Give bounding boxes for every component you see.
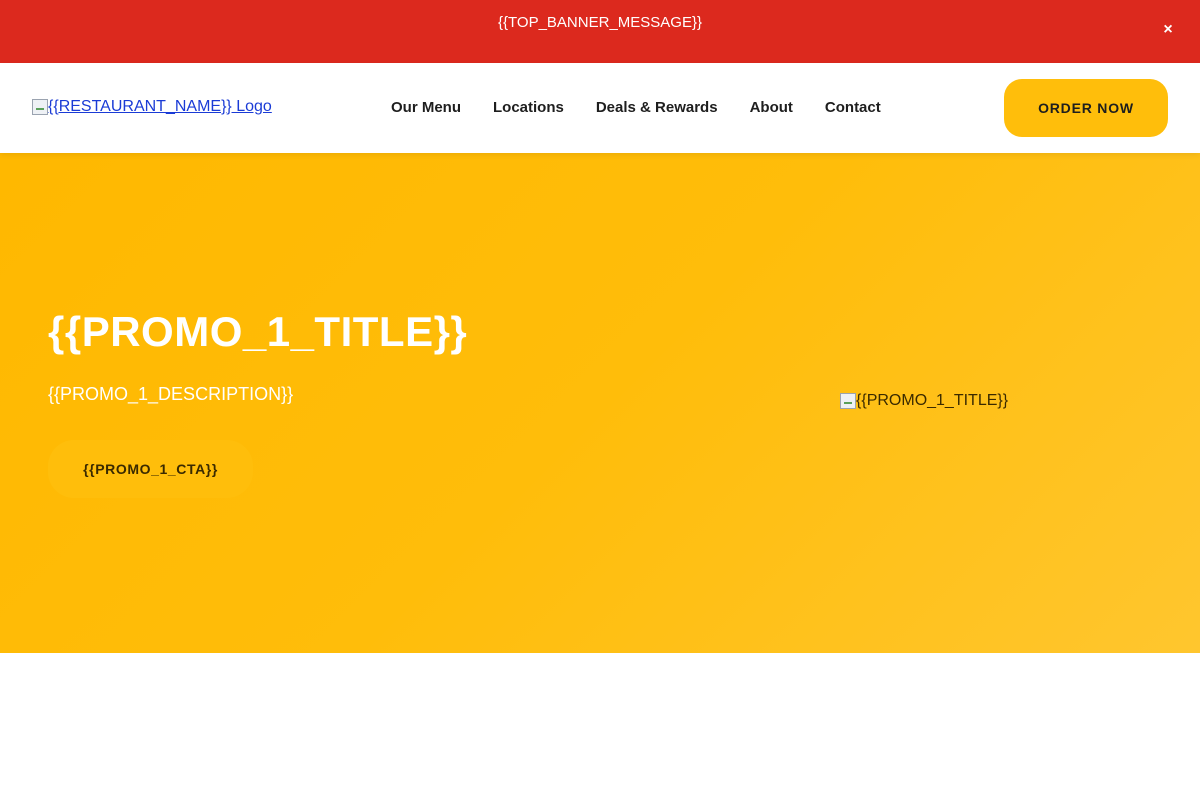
promo-title: {{PROMO_1_TITLE}}: [48, 308, 468, 355]
promo-cta-button[interactable]: {{PROMO_1_CTA}}: [48, 440, 253, 498]
page-content-area: [0, 653, 1200, 800]
hero-promo: {{PROMO_1_TITLE}} {{PROMO_1_DESCRIPTION}…: [0, 153, 1200, 653]
top-banner: {{TOP_BANNER_MESSAGE}} ×: [0, 0, 1200, 63]
nav-our-menu[interactable]: Our Menu: [375, 99, 477, 117]
promo-image-alt: {{PROMO_1_TITLE}}: [856, 392, 1009, 409]
promo-image: {{PROMO_1_TITLE}}: [840, 391, 1008, 411]
restaurant-logo-link[interactable]: {{RESTAURANT_NAME}} Logo: [32, 96, 272, 118]
broken-image-icon: [840, 393, 856, 409]
order-now-button[interactable]: ORDER NOW: [1004, 79, 1168, 137]
site-header: {{RESTAURANT_NAME}} Logo Our Menu Locati…: [0, 63, 1200, 153]
top-banner-message: {{TOP_BANNER_MESSAGE}}: [498, 14, 702, 31]
close-icon[interactable]: ×: [1160, 20, 1176, 40]
nav-about[interactable]: About: [734, 99, 809, 117]
logo-alt-text: {{RESTAURANT_NAME}} Logo: [48, 98, 272, 115]
nav-locations[interactable]: Locations: [477, 99, 580, 117]
nav-deals-rewards[interactable]: Deals & Rewards: [580, 99, 734, 117]
promo-description: {{PROMO_1_DESCRIPTION}}: [48, 384, 294, 404]
broken-image-icon: [32, 99, 48, 115]
main-nav: Our Menu Locations Deals & Rewards About…: [375, 99, 897, 117]
nav-contact[interactable]: Contact: [809, 99, 897, 117]
